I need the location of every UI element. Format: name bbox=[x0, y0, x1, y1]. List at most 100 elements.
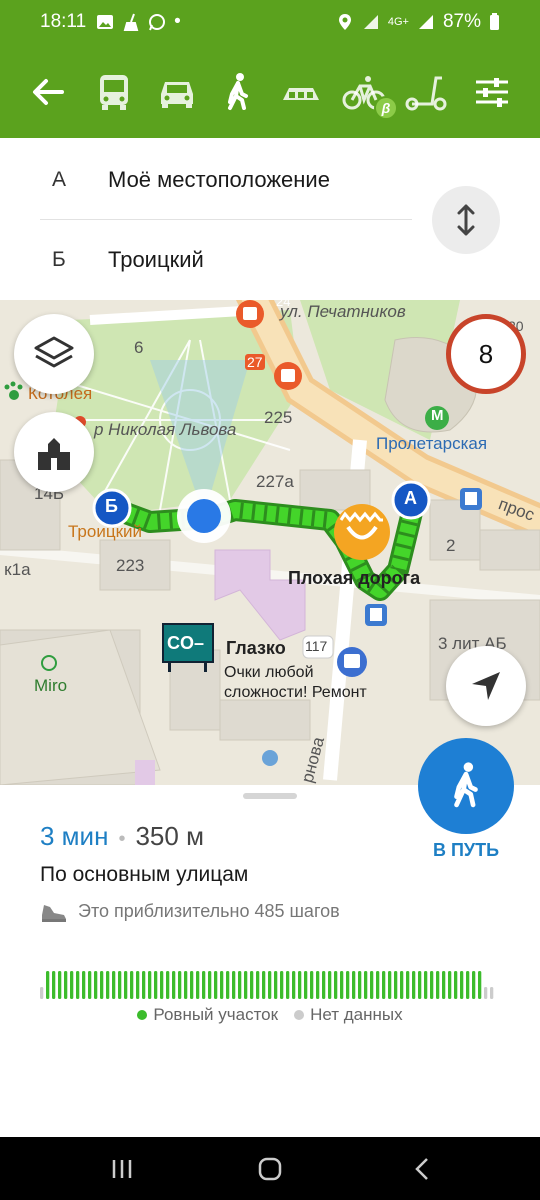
quality-tick-even bbox=[376, 971, 380, 999]
route-duration: 3 мин bbox=[40, 821, 109, 851]
to-letter: Б bbox=[52, 248, 66, 271]
back-nav-button[interactable] bbox=[400, 1151, 444, 1187]
quality-tick-even bbox=[178, 971, 182, 999]
quality-tick-even bbox=[370, 971, 374, 999]
quality-tick-even bbox=[472, 971, 476, 999]
quality-tick-even bbox=[292, 971, 296, 999]
map-view[interactable]: ул. Печатников 24 27 6 Котолея р Николая… bbox=[0, 300, 540, 785]
map-label-227a: 227а bbox=[256, 472, 294, 491]
quality-tick-even bbox=[142, 971, 146, 999]
map-label-troitsky: Троицкий bbox=[68, 522, 143, 541]
quality-tick-even bbox=[100, 971, 104, 999]
swap-vertical-icon bbox=[457, 204, 475, 236]
status-time: 18:11 bbox=[40, 11, 87, 32]
quality-tick-even bbox=[196, 971, 200, 999]
quality-tick-even bbox=[478, 971, 482, 999]
route-distance: 350 м bbox=[135, 821, 204, 851]
from-field[interactable]: А Моё местоположение bbox=[0, 140, 420, 220]
quality-tick-even bbox=[424, 971, 428, 999]
from-letter: А bbox=[52, 168, 67, 191]
start-navigation-label[interactable]: В ПУТЬ bbox=[410, 840, 522, 861]
quality-tick-even bbox=[136, 971, 140, 999]
map-label-24: 24 bbox=[276, 300, 291, 309]
layers-button[interactable] bbox=[14, 314, 94, 394]
layers-icon bbox=[34, 336, 74, 368]
quality-tick-even bbox=[430, 971, 434, 999]
quality-tick-even bbox=[418, 971, 422, 999]
filters-button[interactable] bbox=[466, 66, 518, 118]
map-label-225: 225 bbox=[264, 408, 293, 427]
quality-tick-even bbox=[460, 971, 464, 999]
quality-tick-even bbox=[298, 971, 302, 999]
building-icon bbox=[38, 432, 70, 470]
quality-tick-even bbox=[124, 971, 128, 999]
legend-even: Ровный участок bbox=[137, 1005, 278, 1025]
quality-tick-even bbox=[106, 971, 110, 999]
quality-tick-even bbox=[166, 971, 170, 999]
map-label-6: 6 bbox=[134, 338, 144, 357]
map-label-bad-road: Плохая дорога bbox=[288, 568, 421, 588]
swap-button[interactable] bbox=[432, 186, 500, 254]
sheet-drag-handle[interactable] bbox=[243, 793, 297, 799]
quality-tick-even bbox=[442, 971, 446, 999]
quality-tick-even bbox=[250, 971, 254, 999]
quality-tick-even bbox=[346, 971, 350, 999]
map-label-glazko-desc-1: Очки любой bbox=[224, 664, 314, 681]
quality-tick-even bbox=[286, 971, 290, 999]
quality-tick-nodata bbox=[490, 987, 494, 999]
navigation-arrow-icon bbox=[472, 672, 500, 700]
from-label: Моё местоположение bbox=[108, 167, 330, 192]
quality-tick-even bbox=[310, 971, 314, 999]
quality-tick-even bbox=[232, 971, 236, 999]
pin-a-label: А bbox=[404, 488, 417, 508]
quality-tick-even bbox=[436, 971, 440, 999]
legend-nodata-label: Нет данных bbox=[310, 1005, 403, 1024]
network-type: 4G+ bbox=[387, 16, 409, 28]
mode-car-button[interactable] bbox=[151, 66, 203, 118]
home-icon bbox=[258, 1157, 282, 1181]
quality-tick-nodata bbox=[484, 987, 488, 999]
quality-tick-even bbox=[220, 971, 224, 999]
scooter-icon bbox=[405, 76, 447, 111]
map-label-proletarskaya: Пролетарская bbox=[376, 434, 488, 453]
quality-tick-even bbox=[316, 971, 320, 999]
quality-tick-even bbox=[184, 971, 188, 999]
quality-tick-even bbox=[412, 971, 416, 999]
mode-walk-button[interactable] bbox=[212, 66, 264, 118]
start-navigation-button[interactable] bbox=[418, 738, 514, 834]
quality-tick-even bbox=[364, 971, 368, 999]
quality-tick-even bbox=[352, 971, 356, 999]
quality-tick-nodata bbox=[40, 987, 44, 999]
quality-tick-even bbox=[214, 971, 218, 999]
legend-even-label: Ровный участок bbox=[153, 1005, 279, 1024]
quality-tick-even bbox=[52, 971, 56, 999]
quality-tick-even bbox=[160, 971, 164, 999]
quality-tick-even bbox=[388, 971, 392, 999]
notification-icons: • bbox=[96, 11, 181, 33]
quality-tick-even bbox=[466, 971, 470, 999]
map-label-2: 2 bbox=[446, 536, 456, 555]
route-metrics: 3 мин • 350 м bbox=[40, 821, 204, 852]
quality-tick-even bbox=[394, 971, 398, 999]
home-button[interactable] bbox=[248, 1151, 292, 1187]
quality-tick-even bbox=[148, 971, 152, 999]
map-label-223: 223 bbox=[116, 556, 145, 575]
my-location-button[interactable] bbox=[446, 646, 526, 726]
battery-icon bbox=[490, 13, 499, 30]
buildings-3d-button[interactable] bbox=[14, 412, 94, 492]
back-button[interactable] bbox=[22, 66, 74, 118]
to-field[interactable]: Б Троицкий bbox=[0, 220, 420, 300]
quality-tick-even bbox=[268, 971, 272, 999]
quality-tick-even bbox=[382, 971, 386, 999]
bus-icon bbox=[100, 75, 128, 110]
map-label-pechatnikov: ул. Печатников bbox=[280, 302, 406, 321]
map-label-27: 27 bbox=[245, 354, 265, 370]
mode-taxi-button[interactable] bbox=[275, 66, 327, 118]
route-description: По основным улицам bbox=[40, 863, 249, 886]
mode-scooter-button[interactable] bbox=[400, 66, 452, 118]
road-quality-bar bbox=[40, 971, 494, 999]
recents-button[interactable] bbox=[100, 1151, 144, 1187]
mode-bus-button[interactable] bbox=[88, 66, 140, 118]
quality-tick-even bbox=[76, 971, 80, 999]
quality-tick-even bbox=[262, 971, 266, 999]
